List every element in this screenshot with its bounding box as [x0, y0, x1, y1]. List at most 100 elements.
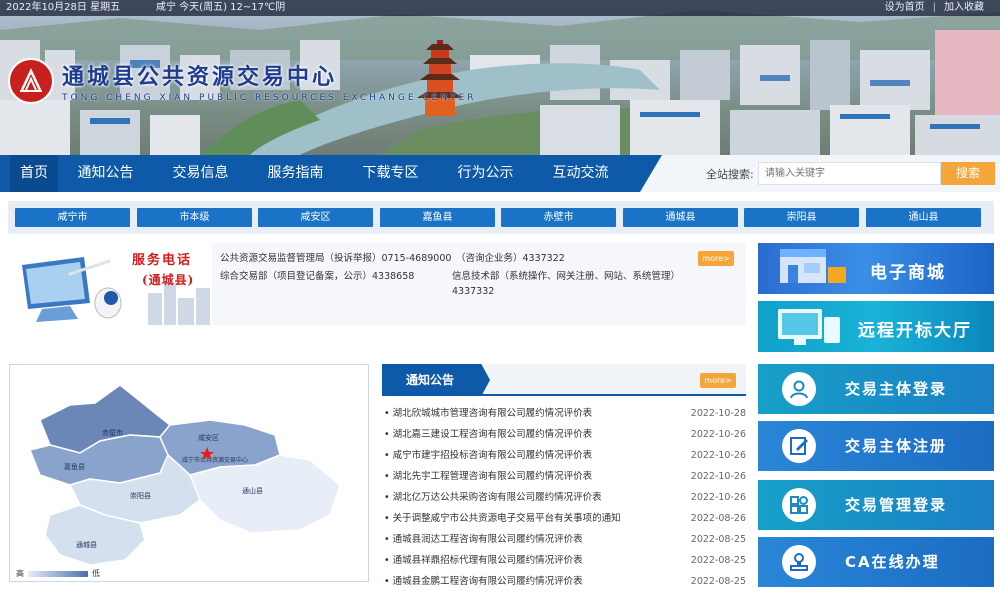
- legend-high: 高: [16, 569, 24, 578]
- search-button[interactable]: 搜索: [941, 162, 995, 185]
- legend-gradient: [28, 570, 88, 577]
- notices-tab[interactable]: 通知公告: [382, 364, 490, 396]
- notice-row[interactable]: • 湖北欣城城市管理咨询有限公司履约情况评价表 2022-10-28: [384, 404, 746, 424]
- hotline-line-1: 公共资源交易监督管理局（投诉举报）0715-4689000: [220, 253, 452, 264]
- map-label-xianan: 咸安区: [198, 433, 219, 442]
- notice-row[interactable]: • 通城县祥鼎招标代理有限公司履约情况评价表 2022-08-25: [384, 551, 746, 571]
- subject-register-label: 交易主体注册: [845, 437, 948, 455]
- ecommerce-banner[interactable]: 电子商城: [758, 243, 994, 294]
- notice-date: 2022-10-26: [690, 492, 746, 503]
- county-strip: 咸宁市 市本级 咸安区 嘉鱼县 赤壁市 通城县 崇阳县 通山县: [8, 201, 994, 234]
- user-icon: [782, 372, 816, 406]
- region-map: 赤壁市 嘉鱼县 咸安区 咸宁市公共资源交易中心 崇阳县 通山县 通城县 高 低: [9, 364, 369, 582]
- service-hotline-panel: 服务电话 (通城县) 公共资源交易监督管理局（投诉举报）0715-4689000…: [8, 243, 746, 325]
- notices-header: 通知公告 more>: [382, 364, 746, 396]
- edit-form-icon: [782, 429, 816, 463]
- notice-date: 2022-08-26: [690, 513, 746, 524]
- ca-online-button[interactable]: CA在线办理: [758, 537, 994, 587]
- nav-notices[interactable]: 通知公告: [58, 155, 153, 192]
- county-button-chongyang[interactable]: 崇阳县: [744, 208, 859, 227]
- county-button-tongcheng[interactable]: 通城县: [623, 208, 738, 227]
- map-legend: 高 低: [16, 568, 100, 579]
- subject-register-button[interactable]: 交易主体注册: [758, 421, 994, 471]
- search-zone: 全站搜索: 搜索: [640, 155, 1000, 192]
- remote-bid-hall-label: 远程开标大厅: [858, 321, 972, 341]
- subject-login-button[interactable]: 交易主体登录: [758, 364, 994, 414]
- search-input[interactable]: [758, 162, 941, 185]
- county-button-xianan[interactable]: 咸安区: [258, 208, 373, 227]
- subject-login-label: 交易主体登录: [845, 380, 948, 398]
- map-label-center: 咸宁市公共资源交易中心: [182, 456, 248, 464]
- notice-date: 2022-10-26: [690, 429, 746, 440]
- set-home-link[interactable]: 设为首页: [877, 0, 933, 16]
- ecommerce-label: 电子商城: [870, 263, 946, 283]
- notice-row[interactable]: • 咸宁市建宇招投标咨询有限公司履约情况评价表 2022-10-26: [384, 446, 746, 466]
- hotline-line-2: （咨询企业务）4337322: [456, 253, 565, 264]
- nav-service-guide[interactable]: 服务指南: [248, 155, 343, 192]
- map-label-tongshan: 通山县: [242, 486, 263, 495]
- map-label-chibi: 赤壁市: [102, 428, 123, 437]
- notice-title[interactable]: • 湖北先宇工程管理咨询有限公司履约情况评价表: [384, 467, 674, 487]
- county-button-jiayu[interactable]: 嘉鱼县: [380, 208, 495, 227]
- notice-row[interactable]: • 关于调整咸宁市公共资源电子交易平台有关事项的通知 2022-08-26: [384, 509, 746, 529]
- hotline-line-5: 4337332: [452, 286, 495, 297]
- site-logo[interactable]: 通城县公共资源交易中心 TONG CHENG XIAN PUBLIC RESOU…: [8, 58, 477, 104]
- hotline-subtitle: (通城县): [142, 273, 195, 287]
- emblem-icon: [8, 58, 54, 104]
- legend-low: 低: [92, 569, 100, 578]
- map-label-tongcheng: 通城县: [76, 540, 97, 549]
- top-bar: 2022年10月28日 星期五 咸宁 今天(周五) 12~17℃阴 设为首页 |…: [0, 0, 1000, 16]
- nav-home[interactable]: 首页: [10, 155, 58, 192]
- current-date: 2022年10月28日 星期五: [6, 2, 121, 13]
- hotline-line-3: 综合交易部（项目登记备案，公示）4338658: [220, 271, 415, 282]
- map-label-chongyang: 崇阳县: [130, 491, 151, 500]
- nav-conduct-public[interactable]: 行为公示: [438, 155, 533, 192]
- hotline-title: 服务电话: [132, 253, 193, 268]
- notices-more-button[interactable]: more>: [700, 373, 736, 388]
- county-button-xianning[interactable]: 咸宁市: [15, 208, 130, 227]
- notice-title[interactable]: • 湖北欣城城市管理咨询有限公司履约情况评价表: [384, 404, 674, 424]
- main-nav: 首页 通知公告 交易信息 服务指南 下载专区 行为公示 互动交流 全站搜索: 搜…: [0, 155, 1000, 192]
- notice-date: 2022-10-26: [690, 471, 746, 482]
- notice-title[interactable]: • 通城县祥鼎招标代理有限公司履约情况评价表: [384, 551, 674, 571]
- notice-row[interactable]: • 湖北先宇工程管理咨询有限公司履约情况评价表 2022-10-26: [384, 467, 746, 487]
- weather-info: 咸宁 今天(周五) 12~17℃阴: [156, 2, 286, 13]
- ca-online-label: CA在线办理: [845, 553, 940, 571]
- site-name-en: TONG CHENG XIAN PUBLIC RESOURCES EXCHANG…: [62, 93, 477, 103]
- top-link-separator: |: [932, 2, 936, 13]
- nav-downloads[interactable]: 下载专区: [343, 155, 438, 192]
- notice-row[interactable]: • 湖北嘉三建设工程咨询有限公司履约情况评价表 2022-10-26: [384, 425, 746, 445]
- remote-bid-hall-banner[interactable]: 远程开标大厅: [758, 301, 994, 352]
- trade-admin-login-button[interactable]: 交易管理登录: [758, 480, 994, 530]
- search-label: 全站搜索:: [706, 168, 754, 181]
- notice-row[interactable]: • 湖北亿万达公共采购咨询有限公司履约情况评价表 2022-10-26: [384, 488, 746, 508]
- notices-panel: 通知公告 more> • 湖北欣城城市管理咨询有限公司履约情况评价表 2022-1…: [382, 364, 746, 593]
- top-links: 设为首页 | 加入收藏: [877, 0, 992, 16]
- notice-date: 2022-08-25: [690, 576, 746, 587]
- notice-date: 2022-08-25: [690, 555, 746, 566]
- county-map-svg: 赤壁市 嘉鱼县 咸安区 咸宁市公共资源交易中心 崇阳县 通山县 通城县: [28, 384, 341, 566]
- trade-admin-login-label: 交易管理登录: [845, 496, 948, 514]
- notice-title[interactable]: • 湖北亿万达公共采购咨询有限公司履约情况评价表: [384, 488, 674, 508]
- modules-icon: [782, 488, 816, 522]
- hotline-illustration: 服务电话 (通城县): [8, 243, 212, 325]
- notice-title[interactable]: • 通城县金鹏工程咨询有限公司履约情况评价表: [384, 572, 674, 592]
- notice-title[interactable]: • 通城县润达工程咨询有限公司履约情况评价表: [384, 530, 674, 550]
- notice-row[interactable]: • 通城县金鹏工程咨询有限公司履约情况评价表 2022-08-25: [384, 572, 746, 592]
- notice-title[interactable]: • 关于调整咸宁市公共资源电子交易平台有关事项的通知: [384, 509, 674, 529]
- notice-date: 2022-10-26: [690, 450, 746, 461]
- county-button-city-level[interactable]: 市本级: [137, 208, 252, 227]
- notice-date: 2022-08-25: [690, 534, 746, 545]
- notice-row[interactable]: • 通城县润达工程咨询有限公司履约情况评价表 2022-08-25: [384, 530, 746, 550]
- county-button-tongshan[interactable]: 通山县: [866, 208, 981, 227]
- certificate-stamp-icon: [782, 545, 816, 579]
- site-name: 通城县公共资源交易中心: [62, 64, 338, 90]
- county-button-chibi[interactable]: 赤壁市: [501, 208, 616, 227]
- add-favorite-link[interactable]: 加入收藏: [936, 0, 992, 16]
- map-label-jiayu: 嘉鱼县: [64, 462, 85, 471]
- nav-interaction[interactable]: 互动交流: [533, 155, 628, 192]
- notice-title[interactable]: • 湖北嘉三建设工程咨询有限公司履约情况评价表: [384, 425, 674, 445]
- nav-trade-info[interactable]: 交易信息: [153, 155, 248, 192]
- notice-title[interactable]: • 咸宁市建宇招投标咨询有限公司履约情况评价表: [384, 446, 674, 466]
- hotline-more-button[interactable]: more>: [698, 251, 734, 266]
